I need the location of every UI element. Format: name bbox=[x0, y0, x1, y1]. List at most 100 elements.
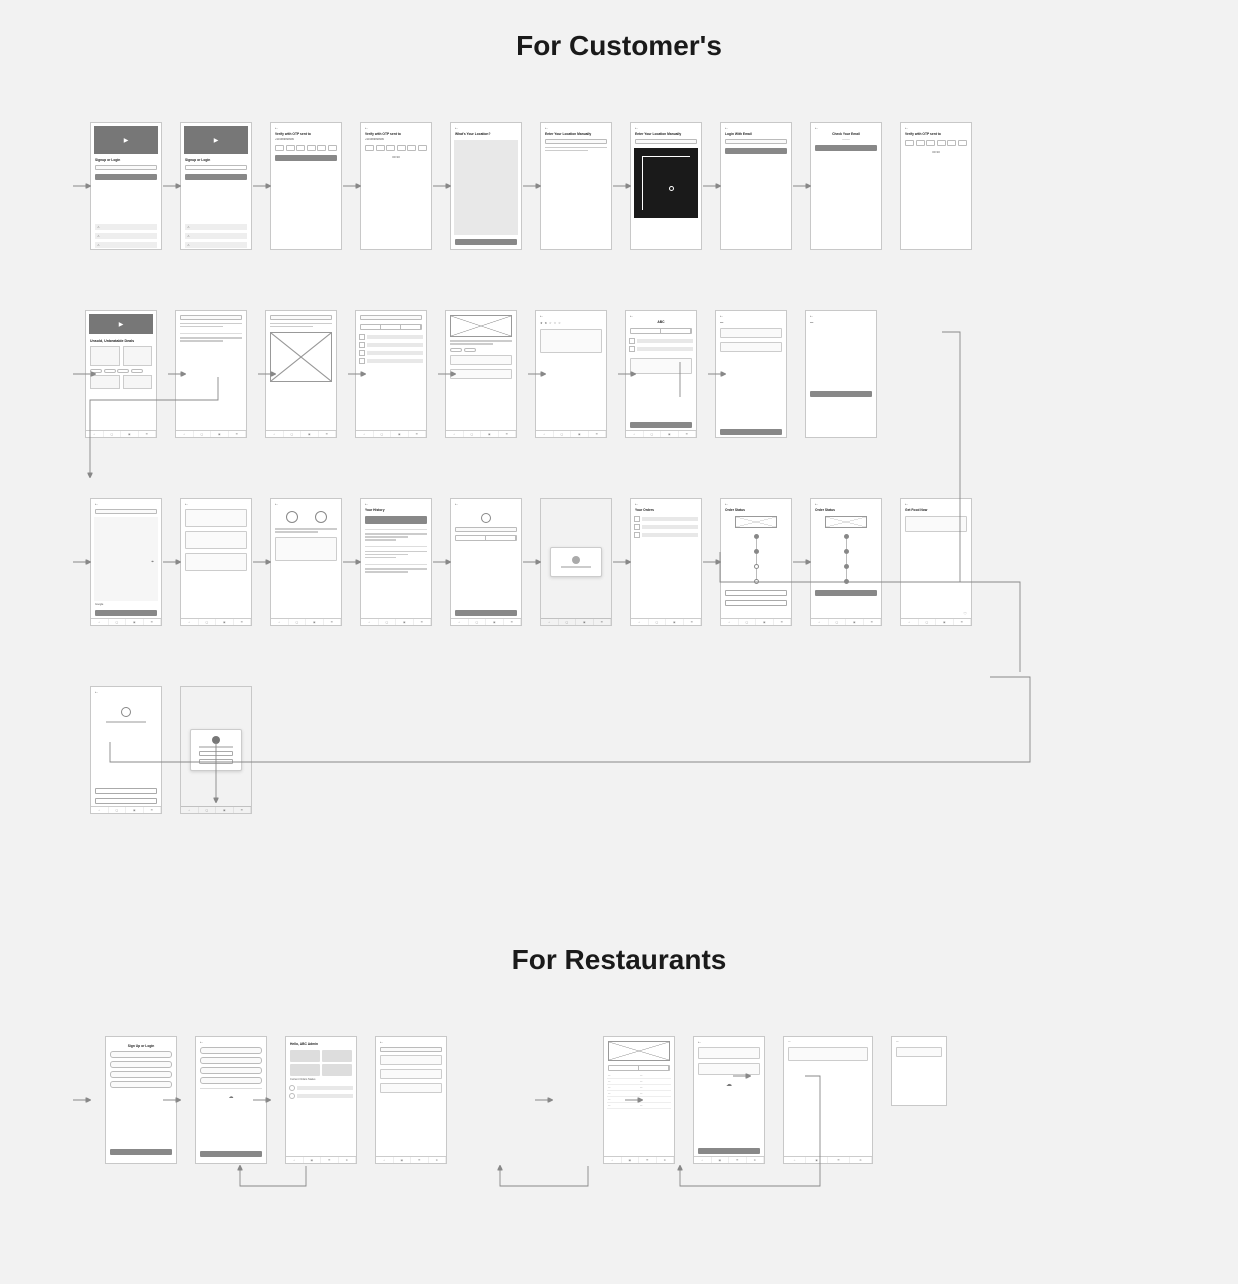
history-item[interactable] bbox=[361, 550, 431, 561]
bottom-nav[interactable]: ⌂◯▣☰ bbox=[176, 430, 246, 437]
back-icon[interactable]: ← bbox=[901, 499, 971, 507]
search-location-input[interactable] bbox=[635, 139, 697, 144]
bottom-nav[interactable]: ⌂◯▣☰ bbox=[626, 430, 696, 437]
search-input[interactable] bbox=[360, 315, 422, 320]
back-icon[interactable]: ← bbox=[91, 499, 161, 507]
result-1[interactable] bbox=[176, 322, 246, 330]
continue-button[interactable] bbox=[455, 610, 517, 616]
address-input[interactable] bbox=[95, 509, 157, 514]
cart-item[interactable] bbox=[629, 338, 693, 344]
order-row[interactable] bbox=[289, 1085, 353, 1091]
otp-inputs[interactable] bbox=[901, 138, 971, 148]
rest-field[interactable] bbox=[200, 1077, 262, 1084]
wf-otp-email[interactable]: ← Verify with OTP sent to 00:30 bbox=[900, 122, 972, 250]
bottom-nav[interactable]: ⌂▣☰⚙ bbox=[604, 1156, 674, 1163]
confirm-location-button[interactable] bbox=[95, 610, 157, 616]
bottom-nav[interactable]: ⌂◯▣☰ bbox=[356, 430, 426, 437]
search-input[interactable] bbox=[180, 315, 242, 320]
bottom-nav[interactable]: ⌂◯▣☰ bbox=[86, 430, 156, 437]
bottom-nav[interactable]: ⌂◯▣☰ bbox=[266, 430, 336, 437]
map-area[interactable]: ⌖ bbox=[94, 517, 158, 601]
order-item[interactable] bbox=[634, 524, 698, 530]
delivery-tabs[interactable] bbox=[630, 328, 692, 334]
cart-item[interactable] bbox=[629, 346, 693, 352]
wf-menu-list[interactable]: ⌂◯▣☰ bbox=[355, 310, 427, 438]
order-card[interactable] bbox=[380, 1069, 442, 1079]
rest-input[interactable] bbox=[110, 1071, 172, 1078]
rest-field[interactable] bbox=[200, 1047, 262, 1054]
upload-image[interactable] bbox=[608, 1041, 670, 1061]
wf-get-food[interactable]: ← Get Food Now ♡ ⌂◯▣☰ bbox=[900, 498, 972, 626]
order-item[interactable] bbox=[634, 532, 698, 538]
wf-login-email[interactable]: ← Login With Email bbox=[720, 122, 792, 250]
upload-card[interactable] bbox=[698, 1063, 760, 1075]
phone-input-filled[interactable]: +91 9999999999 bbox=[185, 165, 247, 170]
continue-facebook[interactable] bbox=[185, 233, 247, 239]
wf-signup-2[interactable]: Signup or Login +91 9999999999 bbox=[180, 122, 252, 250]
back-icon[interactable]: ← bbox=[901, 123, 971, 131]
continue-google[interactable] bbox=[95, 224, 157, 230]
back-icon[interactable]: ← bbox=[271, 499, 341, 507]
wf-profile-form[interactable]: ← ⌂◯▣☰ bbox=[450, 498, 522, 626]
listing-fields[interactable]: —— —— —— —— —— —— bbox=[604, 1073, 674, 1110]
tabs[interactable] bbox=[360, 324, 422, 330]
offer-cards[interactable] bbox=[86, 374, 156, 391]
wf-info-modal[interactable]: ⌂◯▣☰ bbox=[180, 686, 252, 814]
wf-rest-dashboard[interactable]: Hello, ABC Admin Current Orders Status ⌂… bbox=[285, 1036, 357, 1164]
wf-success[interactable]: ← ⌂◯▣☰ bbox=[90, 686, 162, 814]
bottom-nav[interactable]: ⌂◯▣☰ bbox=[446, 430, 516, 437]
upload-card[interactable] bbox=[698, 1047, 760, 1059]
continue-facebook[interactable] bbox=[95, 233, 157, 239]
back-icon[interactable]: ← bbox=[91, 687, 161, 695]
wf-payment-options[interactable]: ← — bbox=[715, 310, 787, 438]
heart-icon[interactable]: ♡ bbox=[901, 611, 971, 618]
history-item[interactable] bbox=[361, 532, 431, 543]
menu-item[interactable] bbox=[359, 334, 423, 340]
wf-cart-summary[interactable]: ⌂◯▣☰ bbox=[445, 310, 517, 438]
address-card[interactable] bbox=[185, 553, 247, 571]
rest-input[interactable] bbox=[110, 1051, 172, 1058]
result-2[interactable] bbox=[176, 336, 246, 344]
wf-item-detail[interactable]: ⌂◯▣☰ bbox=[265, 310, 337, 438]
wf-payment-verify[interactable]: ← — bbox=[805, 310, 877, 438]
back-icon[interactable]: ← bbox=[376, 1037, 446, 1045]
back-icon[interactable]: ← bbox=[451, 123, 521, 131]
otp-inputs[interactable] bbox=[271, 143, 341, 153]
bottom-nav[interactable]: ⌂◯▣☰ bbox=[721, 618, 791, 625]
wf-rest-upload[interactable]: ← ☁ ⌂▣☰⚙ bbox=[693, 1036, 765, 1164]
bottom-nav[interactable]: ⌂◯▣☰ bbox=[451, 618, 521, 625]
bottom-nav[interactable]: ⌂◯▣☰ bbox=[91, 806, 161, 813]
continue-button[interactable] bbox=[185, 174, 247, 180]
category-tabs[interactable] bbox=[608, 1065, 670, 1071]
otp-inputs[interactable] bbox=[361, 143, 431, 153]
wf-your-orders[interactable]: ← Your Orders ⌂◯▣☰ bbox=[630, 498, 702, 626]
bottom-nav[interactable]: ⌂◯▣☰ bbox=[181, 618, 251, 625]
order-card[interactable] bbox=[380, 1055, 442, 1065]
bottom-nav[interactable]: ⌂◯▣☰ bbox=[536, 430, 606, 437]
modal-button[interactable] bbox=[199, 751, 233, 756]
wf-check-email[interactable]: ← Check Your Email ——— bbox=[810, 122, 882, 250]
wf-home-deals[interactable]: Unsold, Unbeatable Deals ⌂◯▣☰ bbox=[85, 310, 157, 438]
wf-address-list[interactable]: ← ⌂◯▣☰ bbox=[180, 498, 252, 626]
wf-confirm-modal[interactable]: ⌂◯▣☰ bbox=[540, 498, 612, 626]
payment-option[interactable] bbox=[720, 328, 782, 338]
dashboard-stats[interactable] bbox=[286, 1048, 356, 1078]
phone-input[interactable] bbox=[95, 165, 157, 170]
rest-input[interactable] bbox=[110, 1081, 172, 1088]
back-icon[interactable]: ← bbox=[536, 311, 606, 319]
search-input[interactable] bbox=[270, 315, 332, 320]
verify-pay-button[interactable] bbox=[810, 391, 872, 397]
wf-checkout[interactable]: ← ABC ⌂◯▣☰ bbox=[625, 310, 697, 438]
back-icon[interactable]: ← bbox=[721, 499, 791, 507]
rest-field[interactable] bbox=[200, 1067, 262, 1074]
back-icon[interactable]: ← bbox=[811, 123, 881, 131]
back-icon[interactable]: ← bbox=[196, 1037, 266, 1045]
get-started-button[interactable] bbox=[110, 1149, 172, 1155]
wf-rating[interactable]: ← ★ ★ ☆ ☆ ☆ ⌂◯▣☰ bbox=[535, 310, 607, 438]
menu-item[interactable] bbox=[359, 342, 423, 348]
back-icon[interactable]: ← bbox=[631, 123, 701, 131]
back-icon[interactable]: ← bbox=[271, 123, 341, 131]
history-item[interactable] bbox=[361, 567, 431, 575]
order-row[interactable] bbox=[289, 1093, 353, 1099]
wf-history[interactable]: ← Your History ⌂◯▣☰ bbox=[360, 498, 432, 626]
